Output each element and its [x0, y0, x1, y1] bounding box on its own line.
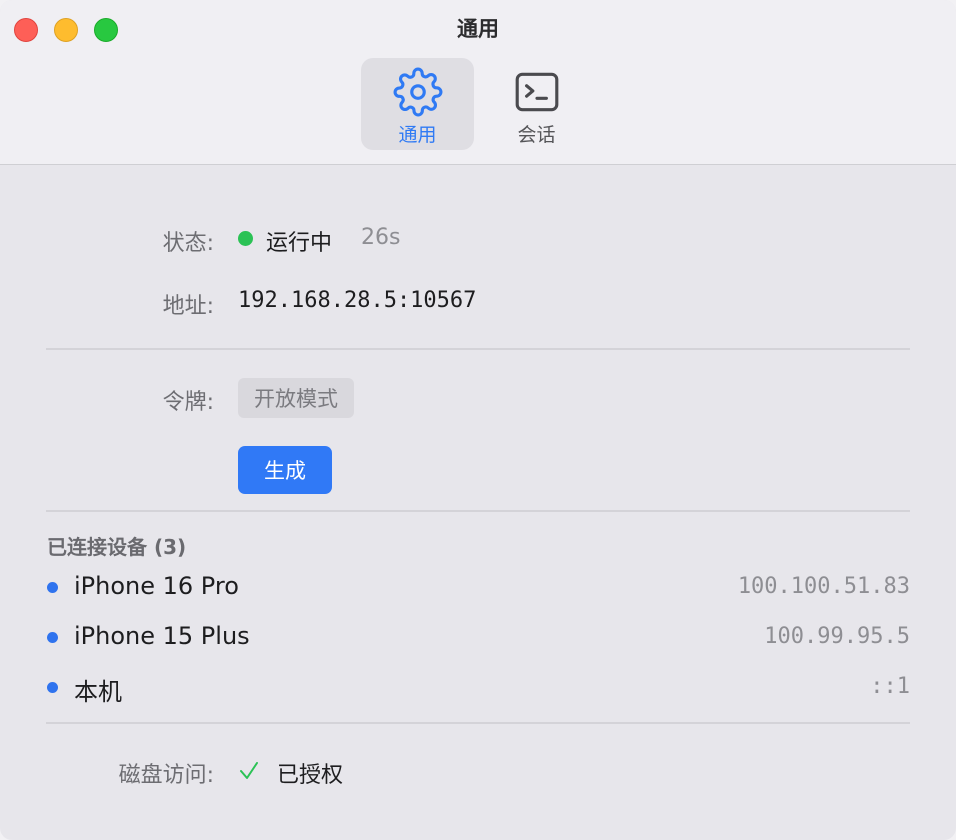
- status-value: 运行中: [266, 231, 333, 256]
- tab-general-label: 通用: [398, 124, 437, 146]
- titlebar: 通用 通用 会话: [0, 0, 956, 165]
- address-label: 地址:: [162, 294, 214, 319]
- settings-window: 通用 通用 会话 状态: 运行中 26s 地址: 192.168.28.5:10…: [0, 0, 956, 840]
- token-label: 令牌:: [162, 390, 214, 415]
- device-name: iPhone 16 Pro: [74, 572, 239, 600]
- status-label: 状态:: [162, 231, 214, 256]
- device-ip: 100.100.51.83: [737, 574, 910, 599]
- tab-session[interactable]: 会话: [480, 58, 593, 150]
- address-value[interactable]: 192.168.28.5:10567: [238, 288, 476, 313]
- divider: [46, 722, 910, 724]
- terminal-icon: [515, 72, 558, 112]
- generate-token-button[interactable]: 生成: [238, 446, 332, 494]
- device-status-dot: [47, 582, 58, 593]
- device-ip: 100.99.95.5: [764, 624, 910, 649]
- tab-session-label: 会话: [517, 124, 556, 146]
- gear-icon: [393, 67, 442, 117]
- status-uptime: 26s: [361, 225, 401, 250]
- checkmark-icon: [240, 762, 258, 779]
- divider: [46, 348, 910, 350]
- disk-access-status: 已授权: [277, 763, 344, 788]
- disk-access-label: 磁盘访问:: [118, 763, 214, 788]
- window-title: 通用: [457, 17, 499, 41]
- divider: [46, 510, 910, 512]
- connected-devices-title: 已连接设备 (3): [47, 535, 187, 559]
- device-status-dot: [47, 682, 58, 693]
- token-mode-badge: 开放模式: [238, 378, 354, 418]
- device-name: 本机: [74, 678, 122, 706]
- tab-general[interactable]: 通用: [361, 58, 474, 150]
- device-ip: ::1: [870, 674, 910, 699]
- device-name: iPhone 15 Plus: [74, 622, 250, 650]
- status-indicator-dot: [238, 231, 253, 246]
- device-status-dot: [47, 632, 58, 643]
